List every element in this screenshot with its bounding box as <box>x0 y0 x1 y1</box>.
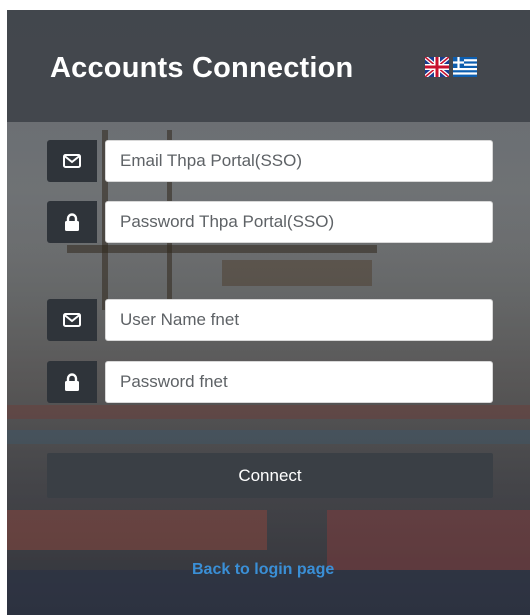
connect-button[interactable]: Connect <box>47 453 493 498</box>
sso-password-input[interactable] <box>105 201 493 243</box>
envelope-icon <box>47 140 97 182</box>
uk-flag-icon[interactable] <box>423 55 451 79</box>
fnet-username-row <box>47 299 493 341</box>
page-title: Accounts Connection <box>50 52 354 84</box>
sso-password-row <box>47 201 493 243</box>
lock-icon <box>47 201 97 243</box>
lock-icon <box>47 361 97 403</box>
back-to-login-link[interactable]: Back to login page <box>192 561 334 579</box>
sso-email-input[interactable] <box>105 140 493 182</box>
envelope-icon <box>47 299 97 341</box>
fnet-username-input[interactable] <box>105 299 493 341</box>
fnet-password-row <box>47 361 493 403</box>
fnet-password-input[interactable] <box>105 361 493 403</box>
greece-flag-icon[interactable] <box>453 57 477 77</box>
header-bar: Accounts Connection <box>7 10 530 122</box>
sso-email-row <box>47 140 493 182</box>
login-panel: Accounts Connection Email Thpa Portal(SS… <box>7 10 530 615</box>
